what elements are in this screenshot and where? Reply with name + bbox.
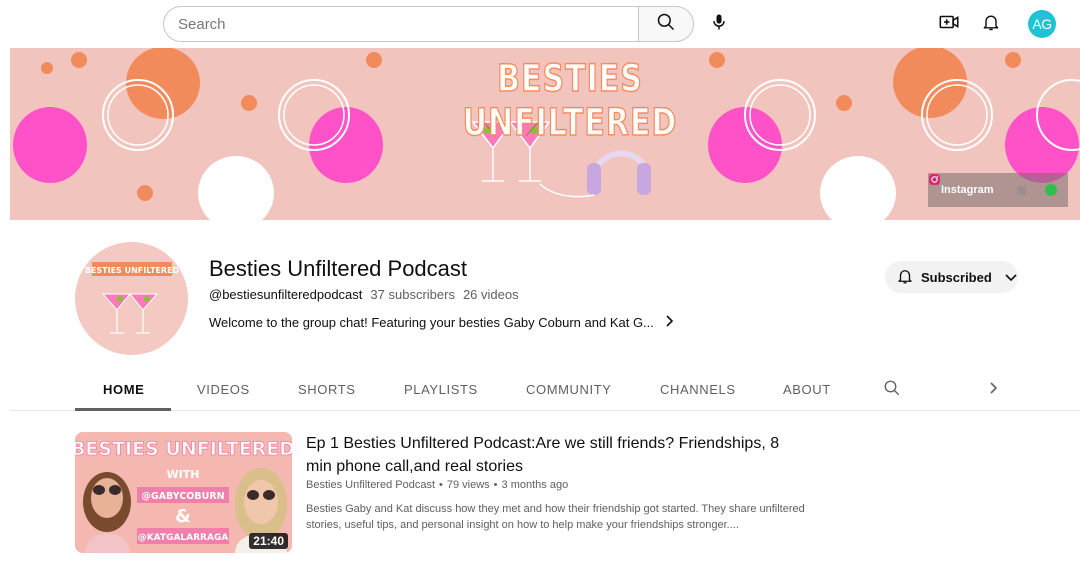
tabs-scroll-right-button[interactable] (977, 374, 1009, 406)
channel-meta: @bestiesunfilteredpodcast 37 subscribers… (209, 287, 519, 302)
account-avatar[interactable]: AG (1028, 10, 1056, 38)
tab-home[interactable]: HOME (103, 382, 144, 397)
channel-search-button[interactable] (876, 374, 908, 406)
video-duration: 21:40 (249, 533, 288, 549)
active-tab-indicator (75, 408, 171, 411)
video-channel-name[interactable]: Besties Unfiltered Podcast (306, 479, 435, 491)
tab-playlists[interactable]: PLAYLISTS (404, 382, 478, 397)
thumbnail-ampersand: & (175, 506, 191, 527)
channel-banner: BESTIES UNFILTERED Instagram (10, 48, 1080, 220)
chevron-right-icon (988, 381, 998, 400)
video-thumbnail[interactable]: BESTIES UNFILTERED WITH @GABYCOBURN & @K… (75, 432, 292, 553)
social-link-label: Instagram (941, 184, 994, 196)
chevron-right-icon (664, 315, 674, 330)
search-input[interactable] (163, 6, 638, 42)
video-meta: Besties Unfiltered Podcast • 79 views • … (306, 479, 568, 491)
channel-name: Besties Unfiltered Podcast (209, 256, 468, 281)
video-age: 3 months ago (501, 479, 569, 491)
social-icon-grey[interactable] (1016, 185, 1026, 195)
subscriber-count: 37 subscribers (370, 287, 455, 302)
video-count: 26 videos (462, 287, 519, 302)
subscribed-button[interactable]: Subscribed (885, 261, 1018, 293)
channel-description-text: Welcome to the group chat! Featuring you… (209, 315, 654, 330)
channel-tabs: HOME VIDEOS SHORTS PLAYLISTS COMMUNITY C… (10, 369, 1080, 411)
channel-avatar-art: BESTIES UNFILTERED (85, 262, 180, 334)
channel-handle: @bestiesunfilteredpodcast (209, 287, 363, 302)
thumbnail-with: WITH (167, 468, 200, 481)
search-button[interactable] (638, 6, 694, 42)
notifications-button[interactable] (975, 8, 1007, 40)
tab-channels[interactable]: CHANNELS (660, 382, 736, 397)
channel-description[interactable]: Welcome to the group chat! Featuring you… (209, 315, 674, 330)
subscribed-label: Subscribed (921, 269, 992, 285)
voice-search-button[interactable] (703, 8, 735, 40)
video-title[interactable]: Ep 1 Besties Unfiltered Podcast:Are we s… (306, 432, 806, 478)
video-add-icon (938, 11, 960, 38)
thumbnail-handle-2: @KATGALARRAGA (138, 533, 229, 543)
channel-avatar-text: BESTIES UNFILTERED (85, 266, 180, 275)
video-views: 79 views (446, 479, 490, 491)
meta-separator: • (493, 479, 498, 491)
bell-icon (896, 267, 914, 288)
social-icon-green[interactable] (1044, 184, 1057, 196)
search-icon (883, 379, 901, 402)
create-button[interactable] (933, 8, 965, 40)
tab-about[interactable]: ABOUT (783, 382, 831, 397)
banner-title: BESTIES UNFILTERED (462, 57, 678, 146)
thumbnail-handle-1: @GABYCOBURN (141, 491, 224, 502)
channel-avatar: BESTIES UNFILTERED (75, 242, 188, 355)
search-icon (656, 12, 676, 37)
meta-separator: • (439, 479, 443, 491)
search-bar (163, 6, 694, 42)
microphone-icon (709, 12, 729, 37)
chevron-down-icon (1005, 270, 1017, 285)
tab-shorts[interactable]: SHORTS (298, 382, 356, 397)
social-link-instagram[interactable]: Instagram (928, 173, 1068, 207)
bell-icon (981, 12, 1001, 37)
video-description: Besties Gaby and Kat discuss how they me… (306, 503, 805, 531)
tab-videos[interactable]: VIDEOS (197, 382, 250, 397)
thumbnail-title: BESTIES UNFILTERED (75, 438, 292, 460)
tab-community[interactable]: COMMUNITY (526, 382, 612, 397)
